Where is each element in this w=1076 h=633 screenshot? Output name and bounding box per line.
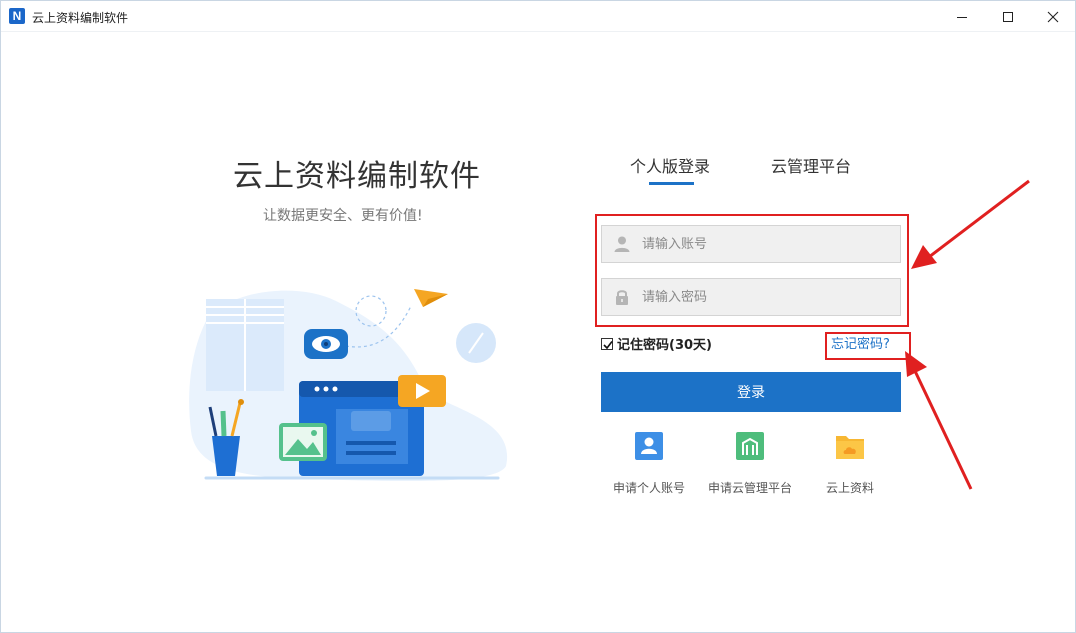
app-logo: N (9, 8, 25, 24)
quick-link-label: 云上资料 (825, 481, 874, 495)
quick-link-label: 申请个人账号 (612, 481, 685, 495)
annotation-arrows (905, 179, 1030, 490)
remember-label: 记住密码(30天) (617, 338, 712, 353)
cloud-folder-icon (836, 436, 864, 459)
quick-link-label: 申请云管理平台 (707, 481, 792, 495)
brand-title: 云上资料编制软件 (233, 159, 481, 194)
tab-personal-login[interactable]: 个人版登录 (630, 153, 710, 177)
app-window: N 云上资料编制软件 云上资料编制软件 让数据更安全、更有价值! 个人版登录 云… (0, 0, 1076, 633)
annotation-highlight-forgot (825, 332, 911, 360)
apply-personal-account-link[interactable]: 申请个人账号 (599, 431, 699, 496)
brand-slogan: 让数据更安全、更有价值! (263, 208, 423, 224)
apply-cloud-platform-link[interactable]: 申请云管理平台 (700, 431, 800, 496)
close-button[interactable] (1030, 1, 1076, 32)
window-title: 云上资料编制软件 (32, 11, 129, 25)
maximize-icon (1003, 11, 1013, 22)
building-icon (736, 432, 764, 460)
close-icon (1047, 11, 1059, 22)
remember-checkbox[interactable] (601, 337, 613, 350)
user-card-icon (635, 432, 663, 460)
minimize-icon (957, 16, 967, 18)
cloud-data-link[interactable]: 云上资料 (800, 431, 900, 496)
remember-password[interactable]: 记住密码(30天) (601, 334, 712, 353)
login-button[interactable]: 登录 (601, 372, 901, 412)
active-tab-indicator (649, 182, 694, 185)
title-bar: N 云上资料编制软件 (1, 1, 1075, 32)
maximize-button[interactable] (985, 1, 1031, 32)
hero-illustration (189, 289, 508, 482)
annotation-highlight-inputs (595, 214, 909, 327)
minimize-button[interactable] (939, 1, 985, 32)
tab-cloud-platform[interactable]: 云管理平台 (771, 153, 851, 177)
checkmark-icon (603, 340, 613, 349)
